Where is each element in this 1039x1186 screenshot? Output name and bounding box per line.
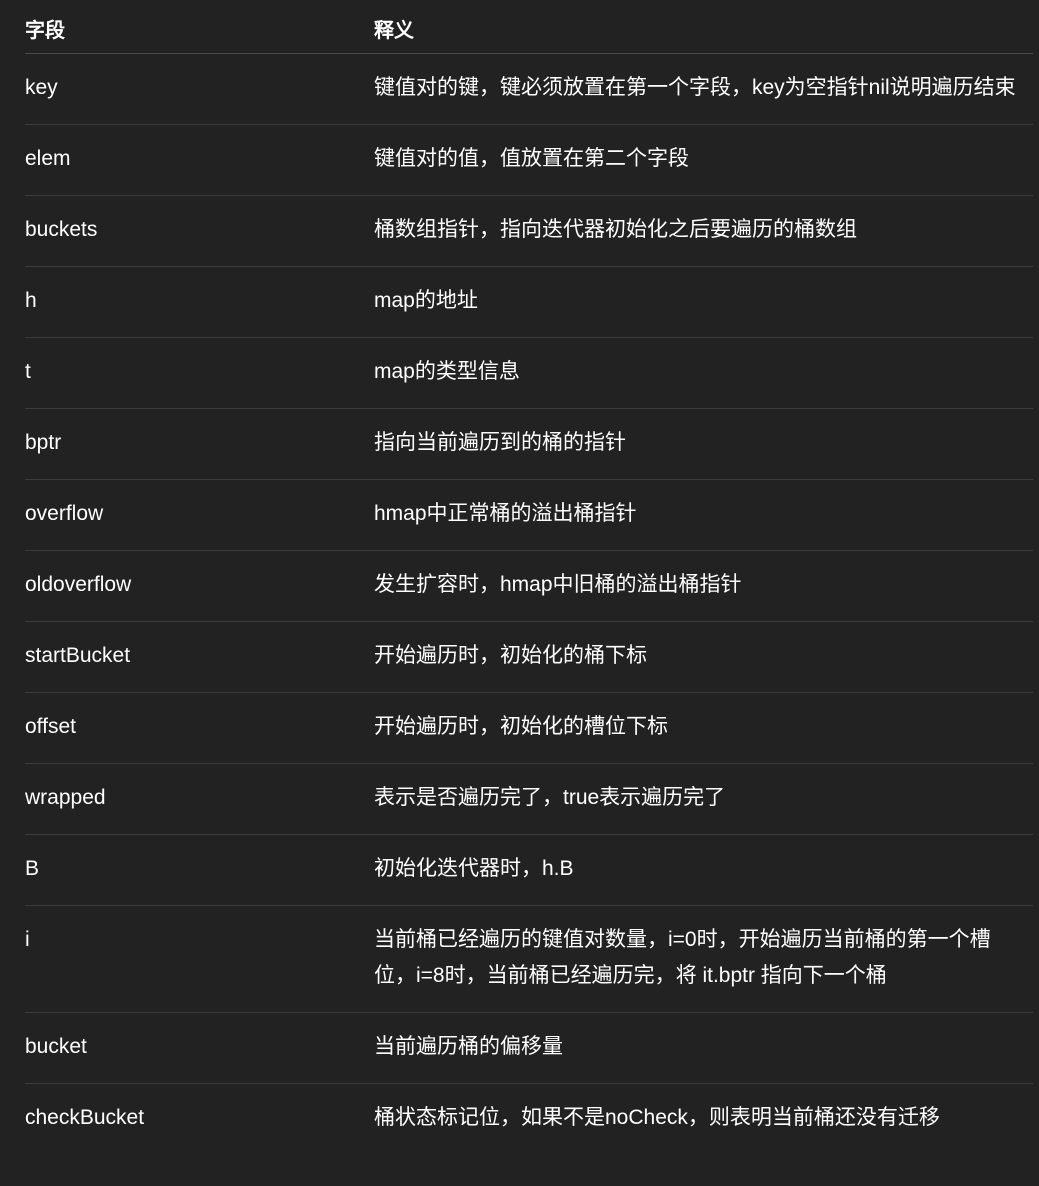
field-cell: buckets <box>25 218 98 241</box>
field-cell: h <box>25 289 37 312</box>
desc-cell: 键值对的键，键必须放置在第一个字段，key为空指针nil说明遍历结束 <box>374 76 1016 99</box>
field-cell: bptr <box>25 431 62 454</box>
field-cell: bucket <box>25 1035 87 1058</box>
table-row: checkBucket 桶状态标记位，如果不是noCheck，则表明当前桶还没有迁… <box>25 1084 1033 1154</box>
table-row: offset 开始遍历时，初始化的槽位下标 <box>25 693 1033 764</box>
desc-cell: 键值对的值，值放置在第二个字段 <box>374 147 689 170</box>
table-row: wrapped 表示是否遍历完了，true表示遍历完了 <box>25 764 1033 835</box>
field-cell: overflow <box>25 502 104 525</box>
table-row: bptr 指向当前遍历到的桶的指针 <box>25 409 1033 480</box>
desc-cell: hmap中正常桶的溢出桶指针 <box>374 502 637 525</box>
table-body: key 键值对的键，键必须放置在第一个字段，key为空指针nil说明遍历结束 ele… <box>25 54 1033 1154</box>
table-row: B 初始化迭代器时，h.B <box>25 835 1033 906</box>
table-row: elem 键值对的值，值放置在第二个字段 <box>25 125 1033 196</box>
header-desc: 释义 <box>374 20 414 42</box>
desc-cell: 开始遍历时，初始化的桶下标 <box>374 644 647 667</box>
desc-cell: 发生扩容时，hmap中旧桶的溢出桶指针 <box>374 573 742 596</box>
table-row: overflow hmap中正常桶的溢出桶指针 <box>25 480 1033 551</box>
table-row: i 当前桶已经遍历的键值对数量，i=0时，开始遍历当前桶的第一个槽位，i=8时，当… <box>25 906 1033 1013</box>
table-row: bucket 当前遍历桶的偏移量 <box>25 1013 1033 1084</box>
field-table: 字段 释义 key 键值对的键，键必须放置在第一个字段，key为空指针nil说明遍… <box>25 0 1033 1154</box>
field-cell: startBucket <box>25 644 131 667</box>
field-cell: wrapped <box>25 786 106 809</box>
desc-cell: map的类型信息 <box>374 360 520 383</box>
field-cell: B <box>25 857 40 880</box>
table-header: 字段 释义 <box>25 0 1033 54</box>
field-cell: offset <box>25 715 76 738</box>
field-cell: oldoverflow <box>25 573 132 596</box>
field-cell: elem <box>25 147 71 170</box>
field-cell: checkBucket <box>25 1106 145 1129</box>
table-row: startBucket 开始遍历时，初始化的桶下标 <box>25 622 1033 693</box>
desc-cell: 桶状态标记位，如果不是noCheck，则表明当前桶还没有迁移 <box>374 1106 940 1129</box>
desc-cell: 初始化迭代器时，h.B <box>374 857 574 880</box>
field-cell: key <box>25 76 58 99</box>
table-row: t map的类型信息 <box>25 338 1033 409</box>
header-field: 字段 <box>25 20 65 42</box>
desc-cell: 指向当前遍历到的桶的指针 <box>374 431 626 454</box>
field-cell: i <box>25 928 30 951</box>
desc-cell: 当前遍历桶的偏移量 <box>374 1035 563 1058</box>
desc-cell: map的地址 <box>374 289 478 312</box>
field-cell: t <box>25 360 31 383</box>
table-row: key 键值对的键，键必须放置在第一个字段，key为空指针nil说明遍历结束 <box>25 54 1033 125</box>
desc-cell: 开始遍历时，初始化的槽位下标 <box>374 715 668 738</box>
table-row: oldoverflow 发生扩容时，hmap中旧桶的溢出桶指针 <box>25 551 1033 622</box>
table-row: h map的地址 <box>25 267 1033 338</box>
desc-cell: 表示是否遍历完了，true表示遍历完了 <box>374 786 726 809</box>
table-row: buckets 桶数组指针，指向迭代器初始化之后要遍历的桶数组 <box>25 196 1033 267</box>
desc-cell: 桶数组指针，指向迭代器初始化之后要遍历的桶数组 <box>374 218 857 241</box>
desc-cell: 当前桶已经遍历的键值对数量，i=0时，开始遍历当前桶的第一个槽位，i=8时，当前… <box>374 928 991 987</box>
